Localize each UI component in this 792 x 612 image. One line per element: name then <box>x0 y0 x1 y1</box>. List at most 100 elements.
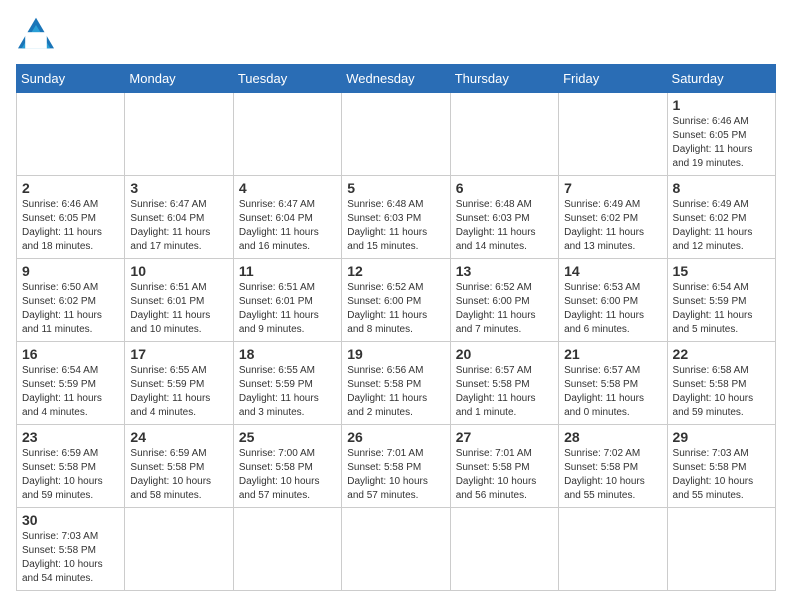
day-info: Sunrise: 7:02 AM Sunset: 5:58 PM Dayligh… <box>564 447 661 503</box>
calendar-cell: 16 Sunrise: 6:54 AM Sunset: 5:59 PM Dayli… <box>17 342 125 425</box>
day-info: Sunrise: 6:52 AM Sunset: 6:00 PM Dayligh… <box>347 281 444 337</box>
calendar-cell: 2 Sunrise: 6:46 AM Sunset: 6:05 PM Daylig… <box>17 176 125 259</box>
day-info: Sunrise: 6:55 AM Sunset: 5:59 PM Dayligh… <box>239 364 336 420</box>
day-info: Sunrise: 6:51 AM Sunset: 6:01 PM Dayligh… <box>239 281 336 337</box>
day-info: Sunrise: 6:55 AM Sunset: 5:59 PM Dayligh… <box>130 364 227 420</box>
calendar-cell <box>125 508 233 591</box>
day-info: Sunrise: 7:03 AM Sunset: 5:58 PM Dayligh… <box>22 530 119 586</box>
week-row-5: 30Sunrise: 7:03 AM Sunset: 5:58 PM Dayli… <box>17 508 776 591</box>
day-info: Sunrise: 6:57 AM Sunset: 5:58 PM Dayligh… <box>564 364 661 420</box>
day-info: Sunrise: 6:59 AM Sunset: 5:58 PM Dayligh… <box>130 447 227 503</box>
day-info: Sunrise: 6:54 AM Sunset: 5:59 PM Dayligh… <box>22 364 119 420</box>
day-info: Sunrise: 7:01 AM Sunset: 5:58 PM Dayligh… <box>347 447 444 503</box>
day-number: 8 <box>673 180 770 196</box>
weekday-header-tuesday: Tuesday <box>233 65 341 93</box>
calendar-cell: 28 Sunrise: 7:02 AM Sunset: 5:58 PM Dayli… <box>559 425 667 508</box>
calendar-cell <box>342 508 450 591</box>
day-info: Sunrise: 6:54 AM Sunset: 5:59 PM Dayligh… <box>673 281 770 337</box>
weekday-header-row: SundayMondayTuesdayWednesdayThursdayFrid… <box>17 65 776 93</box>
day-number: 26 <box>347 429 444 445</box>
day-info: Sunrise: 6:47 AM Sunset: 6:04 PM Dayligh… <box>239 198 336 254</box>
day-number: 28 <box>564 429 661 445</box>
day-info: Sunrise: 6:59 AM Sunset: 5:58 PM Dayligh… <box>22 447 119 503</box>
calendar-cell: 14 Sunrise: 6:53 AM Sunset: 6:00 PM Dayli… <box>559 259 667 342</box>
day-number: 19 <box>347 346 444 362</box>
calendar-cell: 19 Sunrise: 6:56 AM Sunset: 5:58 PM Dayli… <box>342 342 450 425</box>
week-row-4: 23Sunrise: 6:59 AM Sunset: 5:58 PM Dayli… <box>17 425 776 508</box>
calendar-cell: 5Sunrise: 6:48 AM Sunset: 6:03 PM Daylig… <box>342 176 450 259</box>
calendar-cell: 17 Sunrise: 6:55 AM Sunset: 5:59 PM Dayli… <box>125 342 233 425</box>
logo-icon <box>16 16 56 52</box>
day-info: Sunrise: 6:51 AM Sunset: 6:01 PM Dayligh… <box>130 281 227 337</box>
day-number: 4 <box>239 180 336 196</box>
calendar-cell <box>559 508 667 591</box>
calendar-cell: 25Sunrise: 7:00 AM Sunset: 5:58 PM Dayli… <box>233 425 341 508</box>
day-number: 2 <box>22 180 119 196</box>
calendar-cell <box>233 93 341 176</box>
calendar-cell: 7Sunrise: 6:49 AM Sunset: 6:02 PM Daylig… <box>559 176 667 259</box>
calendar-cell: 18Sunrise: 6:55 AM Sunset: 5:59 PM Dayli… <box>233 342 341 425</box>
day-number: 29 <box>673 429 770 445</box>
weekday-header-sunday: Sunday <box>17 65 125 93</box>
calendar-cell: 9 Sunrise: 6:50 AM Sunset: 6:02 PM Daylig… <box>17 259 125 342</box>
calendar-cell: 1 Sunrise: 6:46 AM Sunset: 6:05 PM Daylig… <box>667 93 775 176</box>
header <box>16 16 776 52</box>
weekday-header-friday: Friday <box>559 65 667 93</box>
day-info: Sunrise: 6:49 AM Sunset: 6:02 PM Dayligh… <box>564 198 661 254</box>
day-number: 11 <box>239 263 336 279</box>
day-info: Sunrise: 7:00 AM Sunset: 5:58 PM Dayligh… <box>239 447 336 503</box>
calendar-cell: 20Sunrise: 6:57 AM Sunset: 5:58 PM Dayli… <box>450 342 558 425</box>
calendar-cell <box>450 508 558 591</box>
calendar-cell: 30Sunrise: 7:03 AM Sunset: 5:58 PM Dayli… <box>17 508 125 591</box>
day-info: Sunrise: 6:46 AM Sunset: 6:05 PM Dayligh… <box>673 115 770 171</box>
calendar-cell: 11 Sunrise: 6:51 AM Sunset: 6:01 PM Dayli… <box>233 259 341 342</box>
calendar-cell <box>559 93 667 176</box>
calendar-cell: 6Sunrise: 6:48 AM Sunset: 6:03 PM Daylig… <box>450 176 558 259</box>
calendar-cell <box>342 93 450 176</box>
day-info: Sunrise: 6:53 AM Sunset: 6:00 PM Dayligh… <box>564 281 661 337</box>
day-number: 17 <box>130 346 227 362</box>
day-number: 16 <box>22 346 119 362</box>
day-info: Sunrise: 6:50 AM Sunset: 6:02 PM Dayligh… <box>22 281 119 337</box>
calendar-cell: 10 Sunrise: 6:51 AM Sunset: 6:01 PM Dayli… <box>125 259 233 342</box>
calendar-cell <box>450 93 558 176</box>
day-info: Sunrise: 6:56 AM Sunset: 5:58 PM Dayligh… <box>347 364 444 420</box>
calendar-cell: 4 Sunrise: 6:47 AM Sunset: 6:04 PM Daylig… <box>233 176 341 259</box>
day-info: Sunrise: 6:46 AM Sunset: 6:05 PM Dayligh… <box>22 198 119 254</box>
day-number: 1 <box>673 97 770 113</box>
calendar-cell <box>233 508 341 591</box>
day-info: Sunrise: 6:49 AM Sunset: 6:02 PM Dayligh… <box>673 198 770 254</box>
day-info: Sunrise: 7:01 AM Sunset: 5:58 PM Dayligh… <box>456 447 553 503</box>
day-number: 3 <box>130 180 227 196</box>
week-row-3: 16 Sunrise: 6:54 AM Sunset: 5:59 PM Dayli… <box>17 342 776 425</box>
calendar-cell <box>667 508 775 591</box>
calendar-cell <box>17 93 125 176</box>
day-number: 13 <box>456 263 553 279</box>
calendar-cell: 13 Sunrise: 6:52 AM Sunset: 6:00 PM Dayli… <box>450 259 558 342</box>
day-number: 21 <box>564 346 661 362</box>
weekday-header-monday: Monday <box>125 65 233 93</box>
day-info: Sunrise: 6:52 AM Sunset: 6:00 PM Dayligh… <box>456 281 553 337</box>
day-number: 15 <box>673 263 770 279</box>
calendar-cell <box>125 93 233 176</box>
calendar-cell: 12 Sunrise: 6:52 AM Sunset: 6:00 PM Dayli… <box>342 259 450 342</box>
weekday-header-saturday: Saturday <box>667 65 775 93</box>
day-number: 10 <box>130 263 227 279</box>
calendar-cell: 27Sunrise: 7:01 AM Sunset: 5:58 PM Dayli… <box>450 425 558 508</box>
calendar-cell: 23Sunrise: 6:59 AM Sunset: 5:58 PM Dayli… <box>17 425 125 508</box>
day-number: 5 <box>347 180 444 196</box>
day-number: 22 <box>673 346 770 362</box>
calendar-cell: 3Sunrise: 6:47 AM Sunset: 6:04 PM Daylig… <box>125 176 233 259</box>
day-number: 9 <box>22 263 119 279</box>
day-number: 12 <box>347 263 444 279</box>
week-row-2: 9 Sunrise: 6:50 AM Sunset: 6:02 PM Daylig… <box>17 259 776 342</box>
calendar-cell: 22Sunrise: 6:58 AM Sunset: 5:58 PM Dayli… <box>667 342 775 425</box>
day-number: 20 <box>456 346 553 362</box>
calendar-cell: 24Sunrise: 6:59 AM Sunset: 5:58 PM Dayli… <box>125 425 233 508</box>
weekday-header-wednesday: Wednesday <box>342 65 450 93</box>
week-row-1: 2 Sunrise: 6:46 AM Sunset: 6:05 PM Daylig… <box>17 176 776 259</box>
logo <box>16 16 62 52</box>
day-number: 14 <box>564 263 661 279</box>
calendar-cell: 15 Sunrise: 6:54 AM Sunset: 5:59 PM Dayli… <box>667 259 775 342</box>
day-info: Sunrise: 7:03 AM Sunset: 5:58 PM Dayligh… <box>673 447 770 503</box>
